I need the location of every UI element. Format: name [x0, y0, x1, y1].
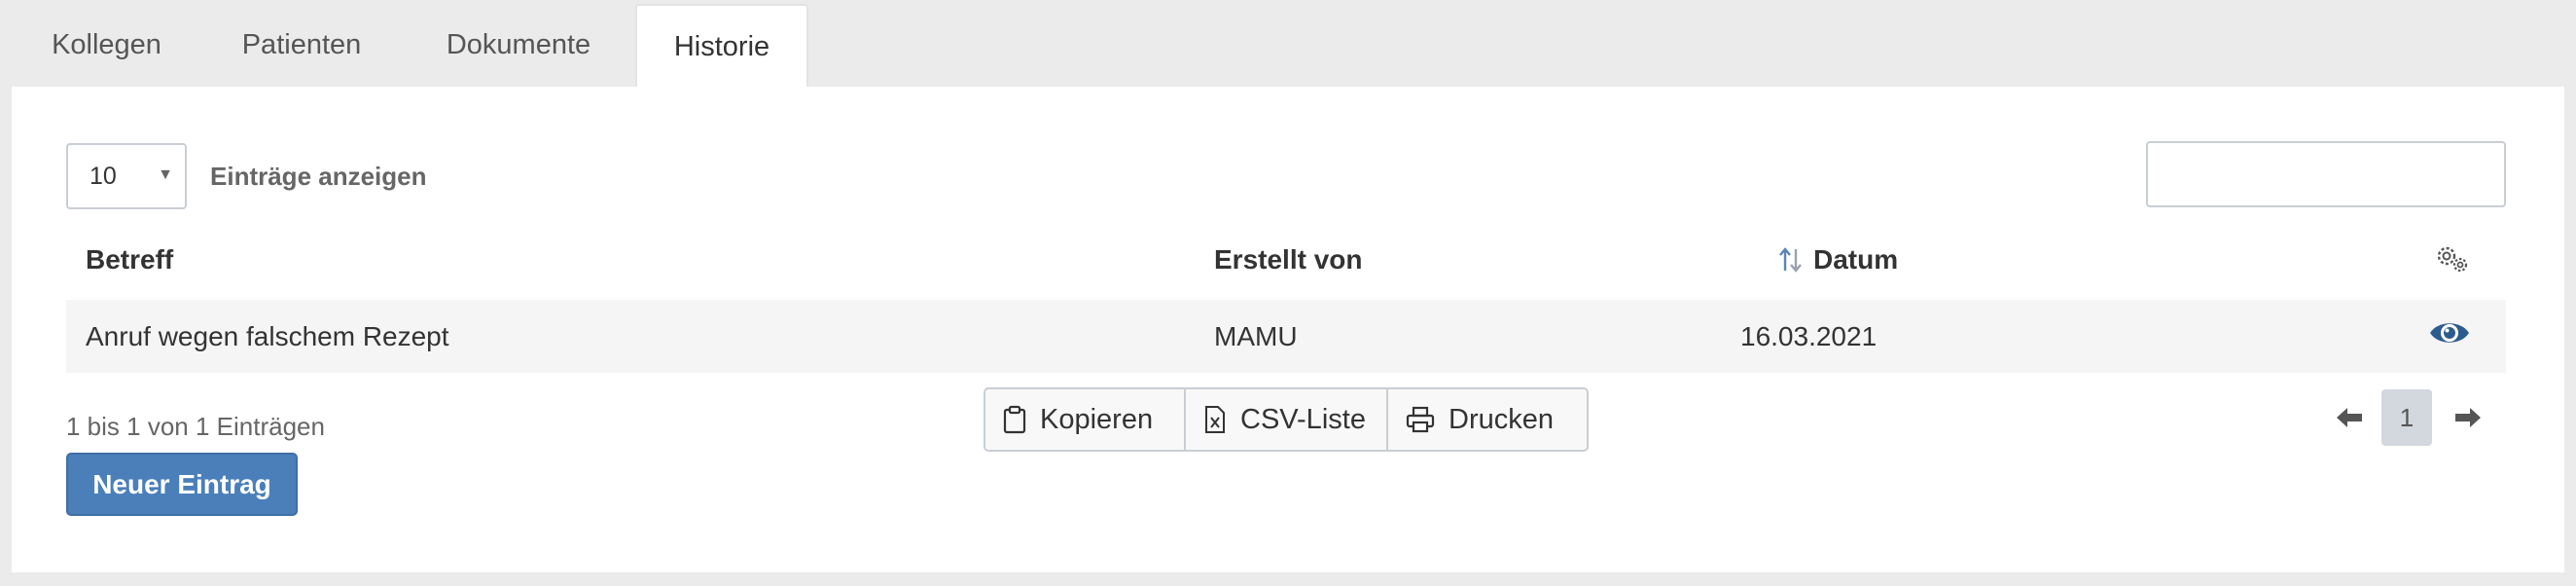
entries-length-label: Einträge anzeigen	[210, 162, 427, 191]
copy-button[interactable]: Kopieren	[985, 389, 1186, 450]
settings-gear-icon[interactable]	[2434, 243, 2471, 275]
entries-length-select[interactable]: 10 ▼	[66, 143, 187, 209]
tab-panel-historie: 10 ▼ Einträge anzeigen Betreff Erstellt …	[12, 87, 2564, 572]
search-input[interactable]	[2146, 141, 2506, 207]
print-button[interactable]: Drucken	[1388, 389, 1587, 450]
caret-down-icon: ▼	[158, 166, 173, 183]
clipboard-icon	[1003, 405, 1026, 434]
csv-button-label: CSV-Liste	[1240, 403, 1366, 435]
cell-datum: 16.03.2021	[1740, 321, 1878, 351]
previous-page-icon[interactable]	[2331, 398, 2370, 437]
table-info-text: 1 bis 1 von 1 Einträgen	[66, 412, 325, 441]
copy-button-label: Kopieren	[1040, 403, 1154, 435]
tab-patienten[interactable]: Patienten	[201, 4, 402, 87]
export-button-group: Kopieren CSV-Liste Drucken	[984, 387, 1589, 452]
tab-historie[interactable]: Historie	[635, 4, 808, 89]
printer-icon	[1406, 406, 1435, 433]
column-header-betreff[interactable]: Betreff	[86, 244, 173, 275]
new-entry-button[interactable]: Neuer Eintrag	[66, 453, 298, 516]
column-header-datum-label: Datum	[1813, 244, 1899, 275]
csv-button[interactable]: CSV-Liste	[1186, 389, 1388, 450]
cell-betreff: Anruf wegen falschem Rezept	[86, 321, 449, 351]
cell-erstellt-von: MAMU	[1214, 321, 1298, 351]
next-page-icon[interactable]	[2448, 398, 2487, 437]
column-header-erstellt-von[interactable]: Erstellt von	[1214, 244, 1362, 275]
excel-file-icon	[1205, 406, 1225, 433]
print-button-label: Drucken	[1449, 403, 1554, 435]
column-header-datum[interactable]: Datum	[1776, 244, 1898, 275]
tab-bar: Kollegen Patienten Dokumente Historie	[12, 4, 808, 89]
tab-dokumente[interactable]: Dokumente	[402, 4, 635, 87]
sort-icon	[1779, 247, 1802, 273]
page-button-current[interactable]: 1	[2381, 389, 2432, 446]
eye-icon[interactable]	[2428, 316, 2471, 349]
tab-kollegen[interactable]: Kollegen	[12, 4, 201, 87]
entries-length-value: 10	[89, 162, 117, 190]
